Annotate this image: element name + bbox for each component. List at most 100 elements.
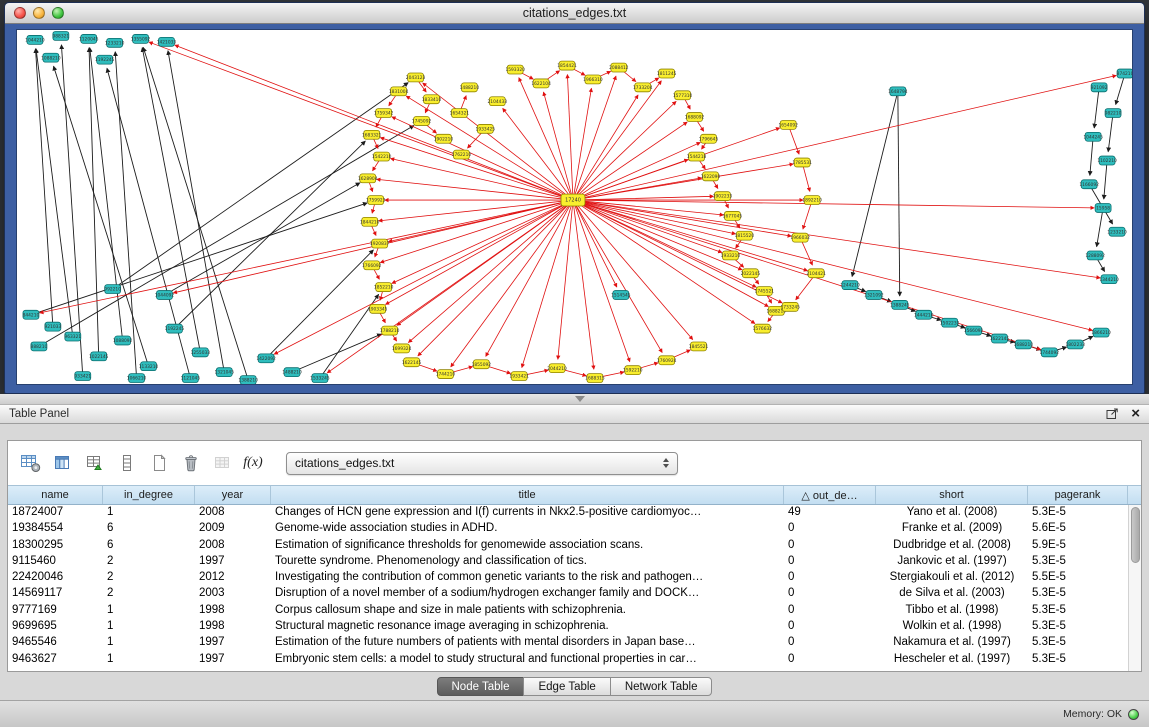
row-height-icon[interactable]	[114, 450, 140, 476]
tab-network-table[interactable]: Network Table	[610, 677, 713, 696]
graph-node[interactable]: 1593320	[505, 65, 525, 74]
graph-node[interactable]: 1321045	[215, 368, 235, 377]
graph-node[interactable]: 1744210	[436, 370, 456, 379]
graph-node[interactable]: 1648794	[888, 87, 908, 96]
graph-node[interactable]: 1759923	[366, 196, 386, 205]
graph-node[interactable]: 1745092	[412, 117, 432, 126]
graph-node[interactable]: 1422092	[256, 354, 276, 363]
scrollbar-thumb[interactable]	[1131, 507, 1140, 563]
tab-node-table[interactable]: Node Table	[437, 677, 525, 696]
table-row[interactable]: 946554611997Estimation of the future num…	[8, 635, 1128, 651]
graph-node[interactable]: 921092	[1091, 83, 1108, 92]
graph-node[interactable]: 1533245	[310, 374, 330, 383]
table-scrollbar[interactable]	[1128, 505, 1141, 671]
graph-node[interactable]: 1244210	[840, 281, 860, 290]
graph-node[interactable]: 1488210	[282, 368, 302, 377]
network-selector-dropdown[interactable]: citations_edges.txt	[286, 452, 678, 475]
graph-node[interactable]: 1321092	[864, 291, 884, 300]
graph-node[interactable]: 1628904	[358, 174, 378, 183]
graph-node[interactable]: 1622104	[531, 79, 551, 88]
graph-node[interactable]: 1815520	[735, 231, 755, 240]
table-row[interactable]: 946362711997Embryonic stem cells: a mode…	[8, 652, 1128, 668]
graph-node[interactable]: 1120045	[79, 34, 99, 43]
graph-node[interactable]: 1903345	[368, 304, 388, 313]
tab-edge-table[interactable]: Edge Table	[523, 677, 610, 696]
graph-node[interactable]: 1192245	[165, 324, 185, 333]
graph-node[interactable]: 1699324	[392, 344, 412, 353]
window-titlebar[interactable]: citations_edges.txt	[5, 3, 1144, 24]
graph-node[interactable]: 1133210	[139, 362, 159, 371]
column-header-year[interactable]: year	[195, 486, 271, 504]
graph-node[interactable]: 1745521	[755, 287, 775, 296]
zoom-window-button[interactable]	[52, 7, 64, 19]
graph-node[interactable]: 1855092	[472, 360, 492, 369]
close-window-button[interactable]	[14, 7, 26, 19]
graph-node[interactable]: 1288092	[1085, 251, 1105, 260]
graph-node[interactable]: 2044210	[547, 364, 567, 373]
network-graph[interactable]: 1724018310041759342168332115422101628904…	[17, 30, 1132, 384]
graph-node[interactable]: 1622090	[701, 172, 721, 181]
graph-node[interactable]: 1933210	[721, 251, 741, 260]
graph-node[interactable]: 1744092	[1040, 348, 1060, 357]
graph-node[interactable]: 1796645	[699, 134, 719, 143]
graph-node[interactable]: 1688092	[685, 113, 705, 122]
network-canvas[interactable]: 1724018310041759342168332115422101628904…	[16, 29, 1133, 385]
graph-node[interactable]: 1576632	[753, 324, 773, 333]
graph-node[interactable]: 1121045	[181, 374, 201, 383]
graph-node[interactable]: 1022145	[89, 352, 109, 361]
graph-node[interactable]: 2104433	[488, 97, 508, 106]
graph-node[interactable]: 1044245	[1083, 132, 1103, 141]
graph-node[interactable]: 1892210	[802, 196, 822, 205]
graph-node[interactable]: 1844210	[360, 217, 380, 226]
graph-node[interactable]: 1785531	[792, 158, 812, 167]
graph-node[interactable]: 1388210	[238, 376, 258, 384]
graph-node[interactable]: 1688315	[585, 374, 605, 383]
graph-node[interactable]: 1344210	[1099, 275, 1119, 284]
graph-node[interactable]: 1654321	[450, 109, 470, 118]
graph-node[interactable]: 1802233	[1065, 340, 1085, 349]
table-row[interactable]: 1456911722003Disruption of a novel membe…	[8, 586, 1128, 602]
graph-node[interactable]: 1502233	[940, 318, 960, 327]
graph-node[interactable]: 1654092	[778, 120, 798, 129]
column-header-title[interactable]: title	[271, 486, 784, 504]
function-builder-button[interactable]: f(x)	[236, 450, 270, 476]
table-row[interactable]: 977716911998Corpus callosum shape and si…	[8, 603, 1128, 619]
graph-node[interactable]: 988321	[52, 31, 69, 40]
graph-node[interactable]: 17240	[561, 194, 585, 206]
graph-node[interactable]: 1388245	[890, 300, 910, 309]
table-settings-icon[interactable]	[18, 450, 44, 476]
graph-node[interactable]: 1044210	[25, 35, 45, 44]
edit-table-icon[interactable]	[82, 450, 108, 476]
graph-node[interactable]: 1852210	[374, 283, 394, 292]
graph-node[interactable]: 1233210	[1107, 227, 1127, 236]
graph-node[interactable]: 1811245	[657, 69, 677, 78]
graph-node[interactable]: 1902210	[434, 134, 454, 143]
new-file-icon[interactable]	[146, 450, 172, 476]
graph-node[interactable]: 844210	[23, 310, 40, 319]
graph-node[interactable]: 1514545	[611, 291, 631, 300]
close-panel-icon[interactable]: ×	[1131, 407, 1140, 421]
graph-node[interactable]: 992210	[104, 285, 121, 294]
delete-icon[interactable]	[178, 450, 204, 476]
graph-node[interactable]: 1759342	[374, 109, 394, 118]
graph-node[interactable]: 1088210	[41, 53, 61, 62]
column-header-in-degree[interactable]: in_degree	[103, 486, 195, 504]
graph-node[interactable]: 1854421	[557, 61, 577, 70]
table-row[interactable]: 1830029562008Estimation of significance …	[8, 538, 1128, 554]
graph-node[interactable]: 1566092	[964, 326, 984, 335]
graph-node[interactable]: 921033	[45, 322, 62, 331]
graph-node[interactable]: 874210	[1117, 69, 1132, 78]
graph-node[interactable]: 1788210	[380, 326, 400, 335]
graph-node[interactable]: 2088412	[609, 63, 629, 72]
graph-node[interactable]: 1592210	[623, 366, 643, 375]
graph-node[interactable]: 1577310	[673, 91, 693, 100]
graph-node[interactable]: 1066210	[127, 374, 147, 383]
graph-node[interactable]: 1688210	[1014, 340, 1034, 349]
graph-node[interactable]: 1088092	[113, 336, 133, 345]
graph-node[interactable]: 2043123	[406, 73, 426, 82]
graph-node[interactable]: 1833410	[422, 95, 442, 104]
graph-node[interactable]: 933421	[74, 372, 91, 381]
graph-node[interactable]: 1622145	[990, 334, 1010, 343]
panel-splitter[interactable]	[0, 394, 1149, 404]
column-header-out-de-[interactable]: △ out_de…	[784, 486, 876, 504]
